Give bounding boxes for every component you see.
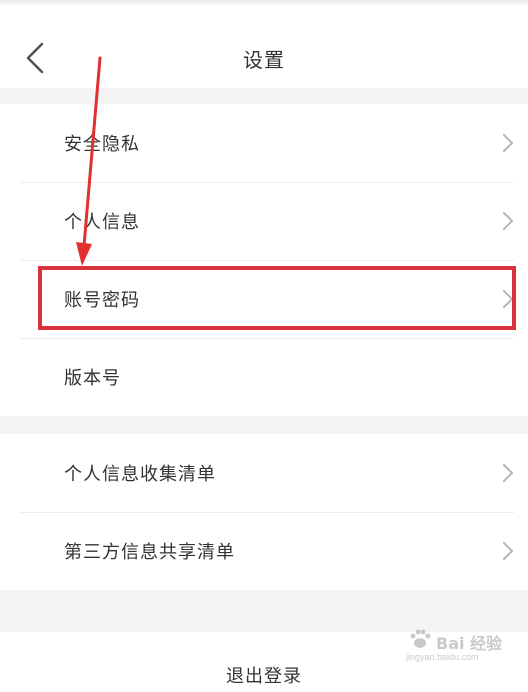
settings-item-third-party-sharing-list[interactable]: 第三方信息共享清单 — [0, 512, 528, 590]
settings-item-label: 个人信息 — [64, 212, 140, 233]
settings-item-security-privacy[interactable]: 安全隐私 — [0, 104, 528, 182]
logout-label: 退出登录 — [226, 666, 302, 687]
chevron-right-icon — [503, 212, 513, 230]
settings-item-label: 个人信息收集清单 — [64, 464, 216, 485]
settings-item-personal-info[interactable]: 个人信息 — [0, 182, 528, 260]
settings-item-account-password[interactable]: 账号密码 — [0, 260, 528, 338]
chevron-right-icon — [503, 542, 513, 560]
settings-item-version[interactable]: 版本号 — [0, 338, 528, 416]
page-title: 设置 — [243, 48, 285, 72]
settings-group-2: 个人信息收集清单 第三方信息共享清单 — [0, 434, 528, 590]
settings-item-label: 安全隐私 — [64, 134, 140, 155]
status-bar-shadow — [0, 0, 528, 6]
chevron-right-icon — [503, 290, 513, 308]
top-bar: 设置 — [0, 0, 528, 88]
settings-item-label: 账号密码 — [64, 290, 140, 311]
settings-item-label: 第三方信息共享清单 — [64, 542, 235, 563]
settings-item-info-collection-list[interactable]: 个人信息收集清单 — [0, 434, 528, 512]
settings-item-label: 版本号 — [64, 368, 121, 389]
chevron-right-icon — [503, 134, 513, 152]
settings-group-1: 安全隐私 个人信息 账号密码 版本号 — [0, 104, 528, 416]
logout-button[interactable]: 退出登录 — [0, 632, 528, 692]
chevron-right-icon — [503, 464, 513, 482]
